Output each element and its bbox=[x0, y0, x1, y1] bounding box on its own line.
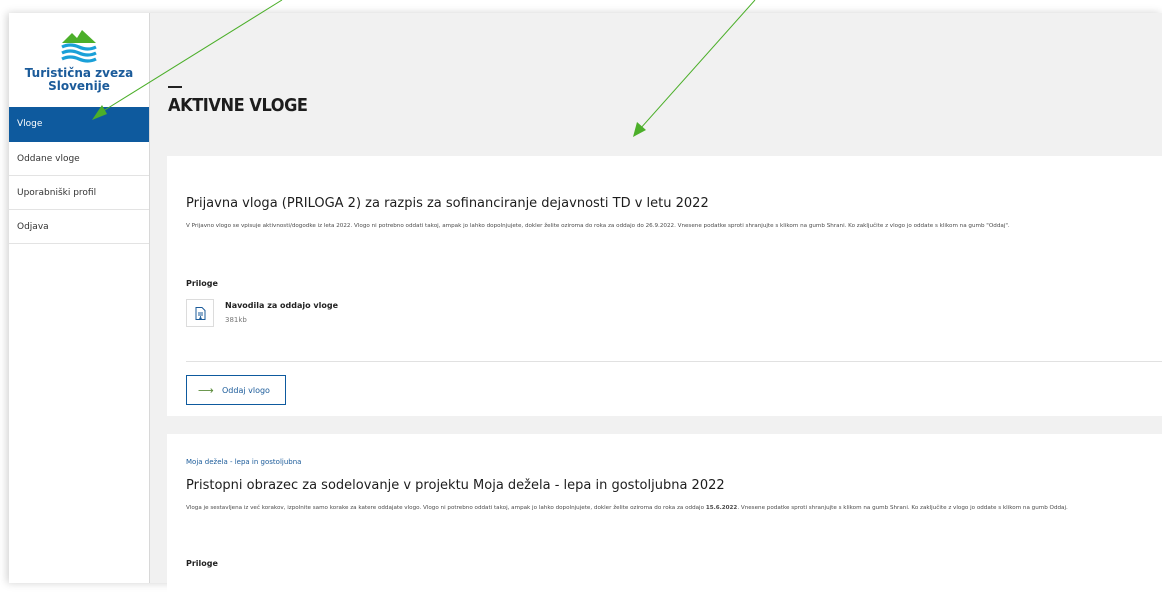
card-title: Pristopni obrazec za sodelovanje v proje… bbox=[186, 478, 725, 493]
mountain-waves-logo-icon bbox=[61, 30, 97, 63]
card-description: Vloga je sestavljena iz več korakov, izp… bbox=[186, 504, 1146, 514]
main-content: AKTIVNE VLOGE Prijavna vloga (PRILOGA 2)… bbox=[149, 13, 1162, 594]
attachments-label: Priloge bbox=[186, 279, 218, 288]
description-text: . Vnesene podatke sproti shranjujte s kl… bbox=[737, 505, 1068, 511]
project-tag-link[interactable]: Moja dežela - lepa in gostoljubna bbox=[186, 458, 301, 466]
attachment-icon-box[interactable] bbox=[186, 299, 214, 327]
submit-application-button[interactable]: ⟶ Oddaj vlogo bbox=[186, 375, 286, 405]
card-title: Prijavna vloga (PRILOGA 2) za razpis za … bbox=[186, 196, 709, 211]
brand-name-line2: Slovenije bbox=[48, 79, 110, 93]
submit-button-label: Oddaj vlogo bbox=[222, 386, 270, 395]
sidebar-nav: Vloge Oddane vloge Uporabniški profil Od… bbox=[9, 107, 149, 244]
brand-name: Turistična zveza Slovenije bbox=[9, 67, 149, 93]
sidebar-item-oddane-vloge[interactable]: Oddane vloge bbox=[9, 142, 149, 176]
title-accent-bar bbox=[168, 86, 182, 88]
deadline-date: 15.6.2022 bbox=[705, 505, 738, 511]
app-window: Turistična zveza Slovenije Vloge Oddane … bbox=[9, 13, 1162, 594]
application-card: Prijavna vloga (PRILOGA 2) za razpis za … bbox=[167, 156, 1162, 416]
logo[interactable]: Turistična zveza Slovenije bbox=[9, 27, 149, 93]
sidebar-item-vloge[interactable]: Vloge bbox=[9, 107, 149, 142]
sidebar-item-uporabniski-profil[interactable]: Uporabniški profil bbox=[9, 176, 149, 210]
card-divider bbox=[186, 361, 1162, 362]
attachment-link[interactable]: Navodila za oddajo vloge bbox=[225, 301, 338, 310]
sidebar-item-odjava[interactable]: Odjava bbox=[9, 210, 149, 244]
arrow-right-icon: ⟶ bbox=[198, 384, 214, 397]
sidebar: Turistična zveza Slovenije Vloge Oddane … bbox=[9, 13, 150, 583]
document-download-icon bbox=[195, 307, 206, 320]
attachments-label: Priloge bbox=[186, 559, 218, 568]
page-title: AKTIVNE VLOGE bbox=[168, 95, 308, 116]
description-text: Vloga je sestavljena iz več korakov, izp… bbox=[186, 505, 706, 511]
attachment-size: 381kb bbox=[225, 316, 247, 324]
card-description: V Prijavno vlogo se vpisuje aktivnosti/d… bbox=[186, 223, 1010, 229]
application-card: Moja dežela - lepa in gostoljubna Pristo… bbox=[167, 434, 1162, 594]
